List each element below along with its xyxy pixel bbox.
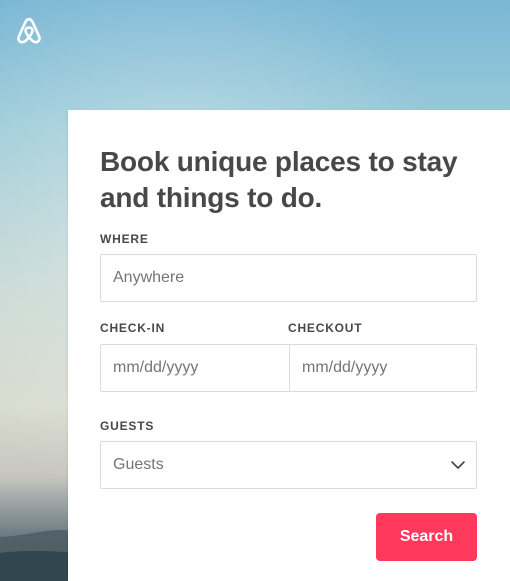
chevron-down-icon [451, 461, 465, 469]
check-in-input[interactable]: mm/dd/yyyy [101, 345, 289, 391]
date-range-input: mm/dd/yyyy mm/dd/yyyy [100, 344, 477, 392]
checkout-label: CHECKOUT [288, 321, 363, 335]
guests-select[interactable]: Guests [100, 441, 477, 489]
where-label: WHERE [100, 232, 149, 246]
where-input[interactable]: Anywhere [100, 254, 477, 302]
guests-selected-value: Guests [113, 456, 164, 473]
check-in-label: CHECK-IN [100, 321, 166, 335]
search-button[interactable]: Search [376, 513, 477, 561]
page-title: Book unique places to stay and things to… [100, 146, 458, 213]
airbnb-logo-icon[interactable] [14, 16, 44, 47]
guests-label: GUESTS [100, 419, 155, 433]
booking-card: Book unique places to stay and things to… [68, 110, 510, 581]
checkout-input[interactable]: mm/dd/yyyy [290, 345, 477, 391]
